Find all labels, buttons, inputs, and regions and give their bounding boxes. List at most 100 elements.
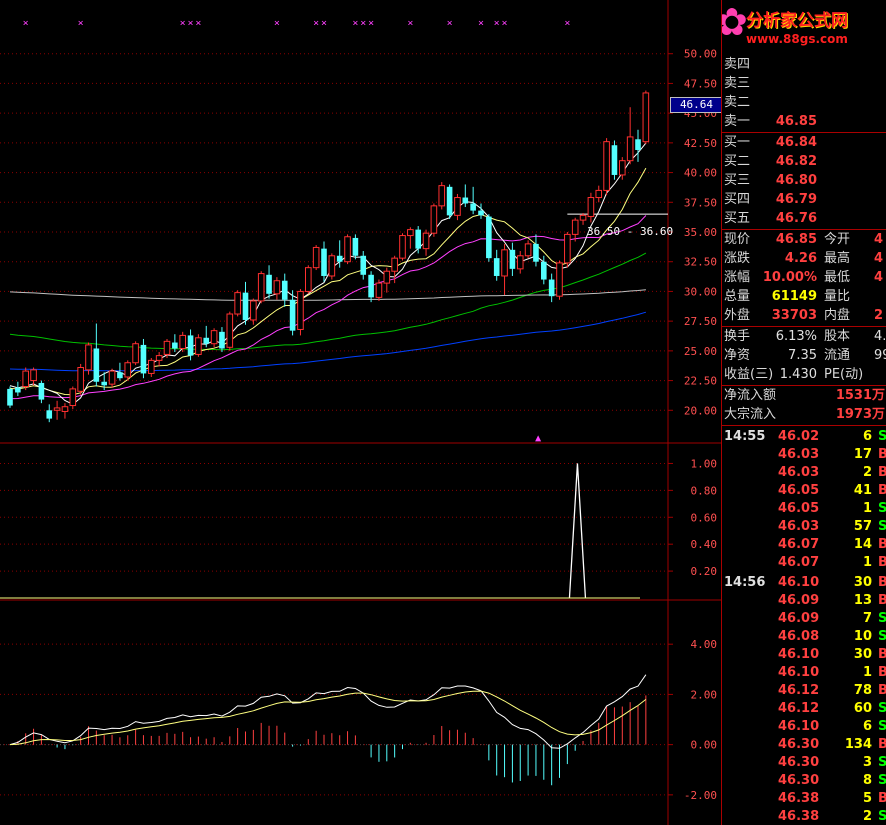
candle-body [548, 279, 555, 297]
tick-row[interactable]: 46.09 7S [722, 610, 886, 628]
ma20-line [9, 215, 647, 400]
tick-price: 46.03 [778, 519, 820, 534]
candle [61, 403, 69, 419]
indicator-tick-label: 0.80 [691, 484, 718, 497]
tick-side: B [878, 736, 886, 754]
indicator-panel [0, 463, 640, 599]
signal-x-marker: × [321, 18, 327, 29]
tick-row[interactable]: 46.30 8S [722, 772, 886, 790]
candle-body [312, 246, 320, 269]
tick-row[interactable]: 46.03 2B [722, 464, 886, 482]
signal-bottom-marker: ▲ [535, 433, 541, 444]
tick-price: 46.10 [778, 719, 820, 734]
tick-row[interactable]: 46.30 134 B [722, 736, 886, 754]
tick-row[interactable]: 46.12 78 B [722, 682, 886, 700]
candle [571, 217, 579, 242]
stat-label: 涨幅 [724, 270, 751, 285]
stat-row: 涨跌 4.26 最高 4 [722, 249, 886, 268]
bid-label: 买四 [724, 192, 751, 207]
candle [478, 203, 484, 219]
tick-row[interactable]: 46.05 1S [722, 500, 886, 518]
candle [297, 289, 304, 336]
tick-row[interactable]: 46.12 60 S [722, 700, 886, 718]
kline-chart-area[interactable]: × × × × × × × × × × × × × × × × ×▲ 50.0047.5045.0042.504… [0, 0, 721, 825]
candle [30, 367, 37, 386]
tick-price: 46.38 [778, 809, 820, 824]
candle-body [595, 189, 603, 199]
tick-price: 46.10 [778, 647, 820, 662]
tick-side: B [878, 536, 886, 554]
tick-row[interactable]: 46.05 41 B [722, 482, 886, 500]
tick-row[interactable]: 46.07 14 B [722, 536, 886, 554]
tick-time: 14:55 [724, 429, 766, 444]
tick-volume: 5 [862, 791, 872, 806]
moving-average-lines [9, 142, 668, 405]
tick-row[interactable]: 46.10 1B [722, 664, 886, 682]
candle-body [289, 299, 296, 331]
tick-row[interactable]: 46.10 30 B [722, 646, 886, 664]
tick-volume: 8 [862, 773, 872, 788]
candle [383, 267, 391, 293]
fund-row: 净资 7.35 流通 99 [722, 346, 886, 365]
stat-row: 外盘 33703 内盘 2 [722, 306, 886, 325]
candle [93, 323, 100, 387]
candle-body [509, 249, 516, 269]
tick-side: B [878, 664, 886, 682]
stat-value: 46.85 [775, 232, 817, 247]
candle-body [454, 197, 461, 216]
candle-body [642, 92, 650, 143]
stat-value: 10.00% [762, 270, 817, 285]
site-logo[interactable]: ✿ 分析家公式网 www.88gs.com [722, 0, 886, 50]
tick-price: 46.09 [778, 611, 820, 626]
stat-row: 涨幅 10.00% 最低 4 [722, 268, 886, 287]
tick-side: S [878, 628, 886, 646]
tick-row[interactable]: 14:55 46.02 6S [722, 428, 886, 446]
bid-row: 买二 46.82 [722, 152, 886, 171]
tick-side: B [878, 790, 886, 808]
candle-body [257, 273, 265, 302]
stat-value-2: 4 [874, 232, 884, 247]
candle [242, 281, 249, 325]
signal-x-marker: × [180, 18, 186, 29]
candle-body [375, 282, 383, 298]
macd-tick-label: -2.00 [684, 789, 717, 802]
signal-x-marker: × [23, 18, 29, 29]
tick-row[interactable]: 46.03 17 B [722, 446, 886, 464]
tick-side: S [878, 754, 886, 772]
tick-volume: 41 [853, 483, 872, 498]
ask-row: 卖一 46.85 [722, 112, 886, 131]
tick-volume: 6 [862, 719, 872, 734]
candle [305, 265, 312, 294]
fund-label: 净资 [724, 348, 751, 363]
bid-row: 买四 46.79 [722, 190, 886, 209]
candle [38, 380, 45, 404]
tick-volume: 1 [862, 555, 872, 570]
candle-body [46, 410, 53, 419]
tick-side: B [878, 574, 886, 592]
candle-body [77, 366, 84, 392]
tick-row[interactable]: 46.30 3S [722, 754, 886, 772]
tick-price: 46.03 [778, 447, 820, 462]
candle [140, 338, 147, 379]
candle [360, 251, 367, 280]
tick-row[interactable]: 46.08 10 S [722, 628, 886, 646]
tick-row[interactable]: 46.03 57 S [722, 518, 886, 536]
candle [375, 279, 383, 301]
tick-volume: 2 [862, 809, 872, 824]
ask-label: 卖一 [724, 114, 751, 129]
tick-row[interactable]: 46.07 1B [722, 554, 886, 572]
bid-price: 46.79 [775, 192, 817, 207]
tick-row[interactable]: 14:56 46.10 30 B [722, 574, 886, 592]
candle-body [321, 248, 327, 276]
tick-row[interactable]: 46.09 13 B [722, 592, 886, 610]
candle-body [132, 343, 139, 364]
tick-row[interactable]: 46.10 6S [722, 718, 886, 736]
tick-row[interactable]: 46.38 5B [722, 790, 886, 808]
candle-body [541, 261, 547, 280]
tick-price: 46.30 [778, 737, 820, 752]
stat-row: 现价 46.85 今开 4 [722, 230, 886, 249]
tick-row[interactable]: 46.38 2S [722, 808, 886, 825]
candle-body [571, 219, 579, 235]
candle-body [179, 334, 186, 349]
tick-side: S [878, 500, 886, 518]
